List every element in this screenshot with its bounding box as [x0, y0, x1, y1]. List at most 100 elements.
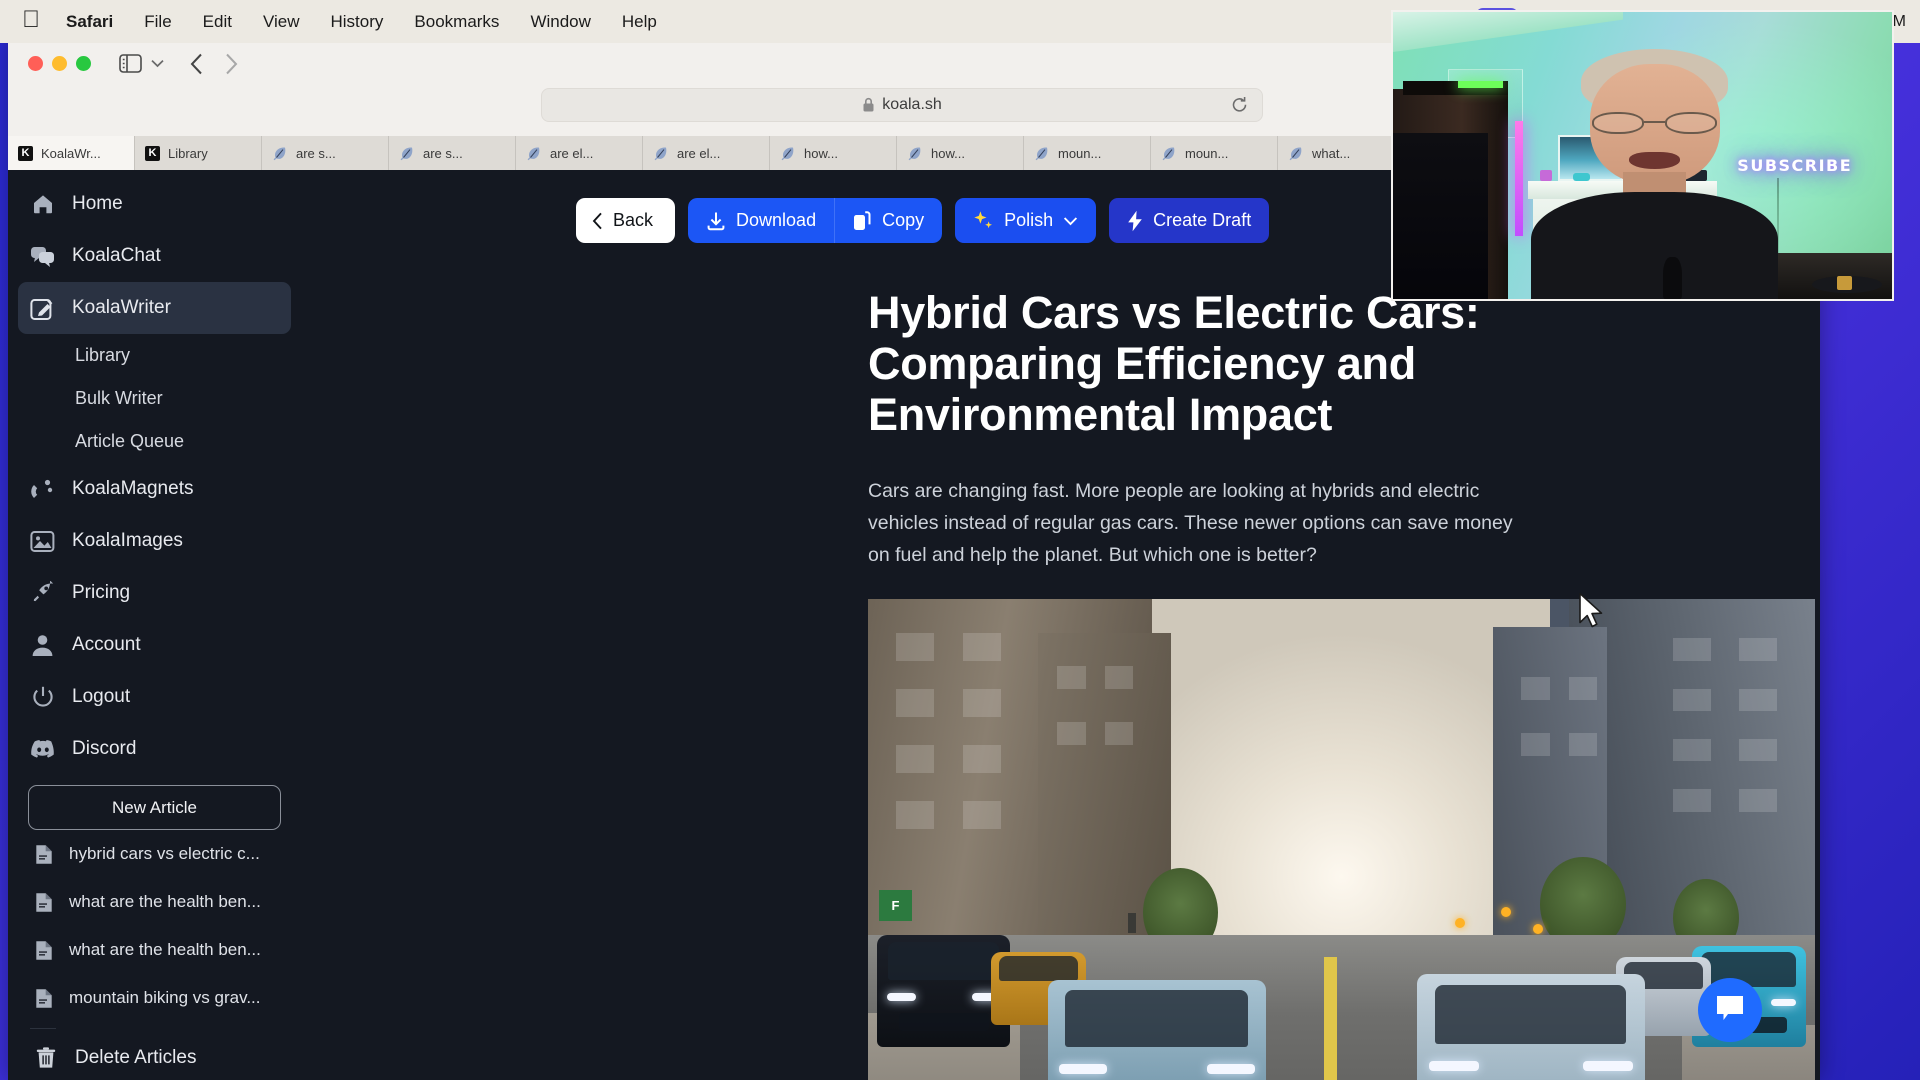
chevron-left-icon	[592, 212, 603, 230]
new-article-button[interactable]: New Article	[28, 785, 281, 830]
polish-button[interactable]: Polish	[955, 198, 1097, 243]
document-icon	[35, 844, 55, 865]
sidebar-divider	[30, 1028, 56, 1029]
back-button[interactable]	[190, 53, 203, 75]
sidebar-item-article-queue[interactable]: Article Queue	[18, 420, 291, 463]
close-button[interactable]	[28, 56, 43, 71]
tab-label: how...	[931, 145, 965, 161]
tab-4[interactable]: are el...	[516, 136, 643, 170]
window-controls	[28, 56, 91, 71]
feather-icon	[272, 146, 288, 161]
tab-9[interactable]: moun...	[1151, 136, 1278, 170]
tab-label: moun...	[1058, 145, 1102, 161]
discord-icon	[29, 736, 56, 763]
chat-widget-button[interactable]	[1698, 978, 1762, 1042]
document-icon	[35, 940, 55, 961]
sidebar-article-item-3[interactable]: mountain biking vs grav...	[18, 974, 291, 1022]
sidebar-item-label: KoalaWriter	[72, 297, 171, 318]
image-icon	[29, 528, 56, 555]
create-draft-button[interactable]: Create Draft	[1109, 198, 1270, 243]
copy-button[interactable]: Copy	[834, 198, 943, 243]
pencil-square-icon	[29, 295, 56, 322]
tab-label: how...	[804, 145, 838, 161]
lock-icon	[862, 97, 875, 113]
sidebar-item-koalawriter[interactable]: KoalaWriter	[18, 282, 291, 334]
sidebar-subitem-label: Bulk Writer	[75, 388, 163, 408]
sidebar-item-label: KoalaChat	[72, 245, 161, 266]
sidebar-item-koalachat[interactable]: KoalaChat	[18, 230, 291, 282]
sidebar-article-item-2[interactable]: what are the health ben...	[18, 926, 291, 974]
tab-5[interactable]: are el...	[643, 136, 770, 170]
sidebar-item-logout[interactable]: Logout	[18, 671, 291, 723]
sidebar-article-label: mountain biking vs grav...	[69, 988, 261, 1007]
screen:  Safari File Edit View History Bookmark…	[0, 0, 1920, 1080]
address-bar[interactable]: koala.sh	[541, 88, 1263, 122]
sidebar-article-item-1[interactable]: what are the health ben...	[18, 878, 291, 926]
download-button[interactable]: Download	[688, 198, 835, 243]
feather-icon	[1034, 146, 1050, 161]
menubar-item-history[interactable]: History	[331, 12, 384, 32]
sparkles-icon	[973, 210, 994, 231]
user-icon	[29, 632, 56, 659]
zoom-button[interactable]	[76, 56, 91, 71]
download-copy-group: Download Copy	[688, 198, 943, 243]
polish-label: Polish	[1004, 210, 1054, 230]
menubar-item-bookmarks[interactable]: Bookmarks	[414, 12, 499, 32]
sidebar-item-koalaimages[interactable]: KoalaImages	[18, 515, 291, 567]
forward-button[interactable]	[225, 53, 238, 75]
menubar-item-window[interactable]: Window	[530, 12, 590, 32]
sidebar-item-koalamagnets[interactable]: KoalaMagnets	[18, 463, 291, 515]
chevron-down-icon[interactable]	[151, 56, 164, 71]
rocket-icon	[29, 580, 56, 607]
menubar-item-edit[interactable]: Edit	[203, 12, 232, 32]
tab-koalawriter[interactable]: K KoalaWr...	[8, 136, 135, 170]
minimize-button[interactable]	[52, 56, 67, 71]
tab-2[interactable]: are s...	[262, 136, 389, 170]
street-sign: F	[879, 890, 912, 922]
web-page: Home KoalaChat KoalaWriter Library Bulk …	[8, 170, 1820, 1080]
tab-10[interactable]: what...	[1278, 136, 1405, 170]
sidebar-item-bulk-writer[interactable]: Bulk Writer	[18, 377, 291, 420]
back-label: Back	[613, 210, 654, 230]
new-article-label: New Article	[111, 797, 198, 817]
delete-articles-button[interactable]: Delete Articles	[18, 1035, 291, 1080]
sidebar-article-label: what are the health ben...	[69, 940, 261, 959]
tab-8[interactable]: moun...	[1024, 136, 1151, 170]
sidebar-item-account[interactable]: Account	[18, 619, 291, 671]
tab-label: are el...	[677, 145, 721, 161]
sidebar-item-home[interactable]: Home	[18, 178, 291, 230]
trash-icon	[32, 1045, 59, 1072]
download-label: Download	[736, 210, 817, 230]
sidebar-item-pricing[interactable]: Pricing	[18, 567, 291, 619]
copy-label: Copy	[882, 210, 925, 230]
sidebar-item-label: KoalaMagnets	[72, 478, 194, 499]
tab-label: moun...	[1185, 145, 1229, 161]
feather-icon	[526, 146, 542, 161]
tab-label: are s...	[423, 145, 463, 161]
tab-library[interactable]: K Library	[135, 136, 262, 170]
navigation-arrows	[190, 53, 238, 75]
tab-3[interactable]: are s...	[389, 136, 516, 170]
feather-icon	[399, 146, 415, 161]
sidebar-item-discord[interactable]: Discord	[18, 723, 291, 775]
magnet-icon	[29, 476, 56, 503]
home-icon	[29, 191, 56, 218]
tab-7[interactable]: how...	[897, 136, 1024, 170]
menubar-item-help[interactable]: Help	[622, 12, 657, 32]
feather-icon	[1161, 146, 1177, 161]
menubar-item-view[interactable]: View	[263, 12, 300, 32]
sidebar-toggle-icon[interactable]	[119, 54, 142, 73]
reload-icon[interactable]	[1231, 96, 1248, 114]
sidebar-article-item-0[interactable]: hybrid cars vs electric c...	[18, 830, 291, 878]
hero-image-wrapper: F	[301, 571, 1820, 1080]
car-electric-front-right	[1417, 974, 1645, 1080]
back-button[interactable]: Back	[576, 198, 676, 243]
sidebar-item-label: Account	[72, 634, 141, 655]
apple-logo-icon[interactable]: 	[22, 8, 40, 32]
sidebar-item-library[interactable]: Library	[18, 334, 291, 377]
menubar-item-safari[interactable]: Safari	[66, 12, 113, 32]
lightning-bolt-icon	[1127, 210, 1143, 232]
menubar-item-file[interactable]: File	[144, 12, 171, 32]
tab-label: Library	[168, 145, 208, 161]
tab-6[interactable]: how...	[770, 136, 897, 170]
